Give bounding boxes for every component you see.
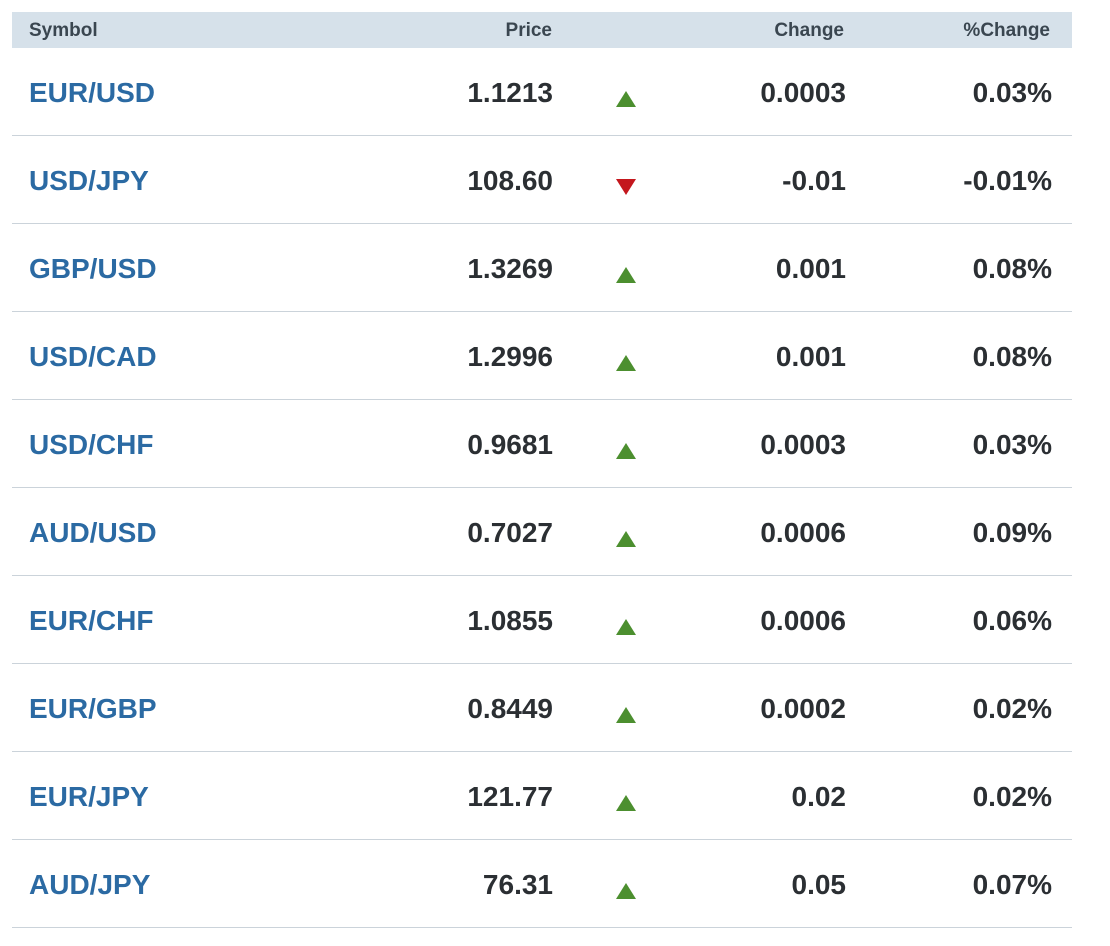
triangle-up-icon: [616, 531, 636, 547]
change-direction-icon: [616, 752, 636, 839]
symbol-link[interactable]: EUR/GBP: [29, 664, 157, 751]
pct-change-value: 0.09%: [972, 517, 1052, 548]
pct-change-value: 0.07%: [972, 869, 1052, 900]
price-value: 1.1213: [467, 77, 553, 108]
price-value: 1.2996: [467, 341, 553, 372]
symbol-link[interactable]: AUD/JPY: [29, 840, 150, 927]
price-value: 108.60: [467, 165, 553, 196]
change-value: 0.001: [775, 253, 846, 284]
symbol-link[interactable]: USD/CAD: [29, 312, 157, 399]
pct-change-value: 0.08%: [972, 253, 1052, 284]
symbol-link[interactable]: USD/CHF: [29, 400, 153, 487]
symbol-link[interactable]: EUR/CHF: [29, 576, 153, 663]
symbol-link[interactable]: EUR/USD: [29, 48, 155, 135]
change-value: -0.01: [782, 165, 846, 196]
table-row: EUR/JPY 121.77 0.02 0.02%: [12, 752, 1072, 840]
price-value: 1.0855: [467, 605, 553, 636]
change-value: 0.0003: [760, 77, 846, 108]
triangle-up-icon: [616, 267, 636, 283]
triangle-down-icon: [616, 179, 636, 195]
triangle-up-icon: [616, 883, 636, 899]
triangle-up-icon: [616, 355, 636, 371]
forex-quotes-table: Symbol Price Change %Change EUR/USD 1.12…: [12, 12, 1072, 928]
triangle-up-icon: [616, 91, 636, 107]
header-change[interactable]: Change: [774, 12, 844, 48]
change-value: 0.05: [791, 869, 847, 900]
price-value: 76.31: [482, 869, 553, 900]
pct-change-value: 0.02%: [972, 693, 1052, 724]
header-price[interactable]: Price: [506, 12, 552, 48]
change-value: 0.0006: [760, 605, 846, 636]
triangle-up-icon: [616, 707, 636, 723]
change-value: 0.02: [791, 781, 847, 812]
pct-change-value: 0.06%: [972, 605, 1052, 636]
pct-change-value: -0.01%: [963, 165, 1052, 196]
pct-change-value: 0.03%: [972, 429, 1052, 460]
table-row: EUR/USD 1.1213 0.0003 0.03%: [12, 48, 1072, 136]
change-direction-icon: [616, 400, 636, 487]
price-value: 0.8449: [467, 693, 553, 724]
header-symbol[interactable]: Symbol: [29, 12, 98, 48]
price-value: 121.77: [467, 781, 553, 812]
change-direction-icon: [616, 664, 636, 751]
price-value: 1.3269: [467, 253, 553, 284]
table-header-row: Symbol Price Change %Change: [12, 12, 1072, 48]
change-direction-icon: [616, 312, 636, 399]
table-row: GBP/USD 1.3269 0.001 0.08%: [12, 224, 1072, 312]
change-direction-icon: [616, 576, 636, 663]
change-direction-icon: [616, 136, 636, 223]
change-value: 0.0003: [760, 429, 846, 460]
symbol-link[interactable]: AUD/USD: [29, 488, 157, 575]
pct-change-value: 0.03%: [972, 77, 1052, 108]
symbol-link[interactable]: USD/JPY: [29, 136, 149, 223]
price-value: 0.7027: [467, 517, 553, 548]
change-value: 0.0002: [760, 693, 846, 724]
symbol-link[interactable]: GBP/USD: [29, 224, 157, 311]
change-direction-icon: [616, 488, 636, 575]
header-pct-change[interactable]: %Change: [963, 12, 1050, 48]
change-direction-icon: [616, 48, 636, 135]
table-row: USD/JPY 108.60 -0.01 -0.01%: [12, 136, 1072, 224]
table-row: USD/CHF 0.9681 0.0003 0.03%: [12, 400, 1072, 488]
symbol-link[interactable]: EUR/JPY: [29, 752, 149, 839]
table-row: EUR/CHF 1.0855 0.0006 0.06%: [12, 576, 1072, 664]
price-value: 0.9681: [467, 429, 553, 460]
triangle-up-icon: [616, 619, 636, 635]
triangle-up-icon: [616, 443, 636, 459]
pct-change-value: 0.02%: [972, 781, 1052, 812]
change-value: 0.001: [775, 341, 846, 372]
pct-change-value: 0.08%: [972, 341, 1052, 372]
change-value: 0.0006: [760, 517, 846, 548]
change-direction-icon: [616, 224, 636, 311]
table-row: AUD/JPY 76.31 0.05 0.07%: [12, 840, 1072, 928]
triangle-up-icon: [616, 795, 636, 811]
change-direction-icon: [616, 840, 636, 927]
table-row: EUR/GBP 0.8449 0.0002 0.02%: [12, 664, 1072, 752]
table-row: USD/CAD 1.2996 0.001 0.08%: [12, 312, 1072, 400]
table-row: AUD/USD 0.7027 0.0006 0.09%: [12, 488, 1072, 576]
